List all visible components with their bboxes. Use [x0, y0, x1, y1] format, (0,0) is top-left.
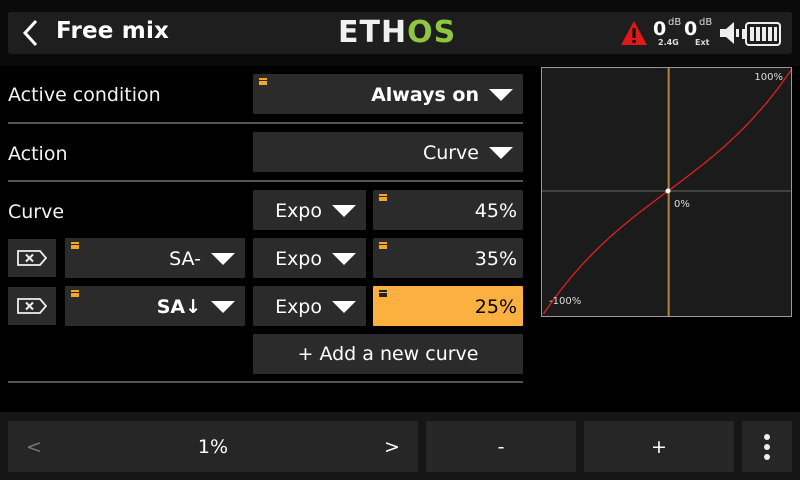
delete-curve-button[interactable] [8, 287, 56, 325]
edit-marker-icon [71, 290, 79, 297]
more-vertical-icon [764, 433, 770, 460]
plus-button[interactable]: + [584, 421, 734, 472]
more-menu-button[interactable] [742, 421, 792, 472]
edit-marker-icon [379, 290, 387, 297]
rssi-external: 0 dB Ext [684, 17, 713, 47]
chevron-down-icon [211, 301, 235, 313]
increment-arrow-button[interactable]: > [370, 421, 414, 472]
rssi-internal: 0 dB 2.4G [653, 17, 682, 47]
edit-marker-icon [379, 194, 387, 201]
step-value: 1% [197, 435, 229, 458]
switch-dropdown[interactable]: SA↓ [65, 286, 245, 326]
delete-curve-button[interactable] [8, 239, 56, 277]
speaker-icon [720, 22, 739, 44]
curve-graph: 100% 0% -100% [541, 67, 792, 317]
chevron-down-icon [332, 301, 356, 313]
switch-dropdown[interactable]: SA- [65, 238, 245, 278]
curve-type-dropdown[interactable]: Expo [253, 190, 366, 230]
chevron-down-icon [332, 253, 356, 265]
delete-tag-icon [17, 250, 47, 266]
add-new-curve-button[interactable]: + Add a new curve [253, 334, 523, 374]
curve-value-field[interactable]: 35% [373, 238, 523, 278]
chevron-down-icon [489, 89, 513, 101]
action-label: Action [8, 143, 68, 165]
chevron-down-icon [489, 147, 513, 159]
back-button[interactable] [10, 12, 50, 54]
curve-graph-canvas [542, 68, 791, 316]
ethos-logo: ETHOS [338, 15, 457, 50]
edit-marker-icon [379, 242, 387, 249]
page-title: Free mix [56, 18, 170, 44]
graph-max-label: 100% [754, 72, 783, 83]
chevron-down-icon [211, 253, 235, 265]
graph-center-point [665, 188, 671, 194]
delete-tag-icon [17, 298, 47, 314]
curve-type-dropdown[interactable]: Expo [253, 286, 366, 326]
status-area: 0 dB 2.4G 0 dB Ext [620, 17, 792, 50]
edit-marker-icon [71, 242, 79, 249]
decrement-arrow-button[interactable]: < [12, 421, 56, 472]
curve-label: Curve [8, 201, 65, 223]
active-condition-dropdown[interactable]: Always on [253, 74, 523, 114]
curve-type-dropdown[interactable]: Expo [253, 238, 366, 278]
battery-icon [742, 22, 781, 46]
action-dropdown[interactable]: Curve [253, 132, 523, 172]
minus-button[interactable]: - [426, 421, 576, 472]
divider [8, 180, 523, 182]
divider [8, 122, 523, 124]
edit-marker-icon [259, 78, 267, 85]
active-condition-label: Active condition [8, 84, 161, 106]
chevron-down-icon [332, 205, 356, 217]
header: Free mix ETHOS 0 dB 2.4G 0 dB Ext [0, 0, 800, 66]
curve-value-field[interactable]: 45% [373, 190, 523, 230]
warning-icon [621, 21, 647, 45]
curve-value-field-selected[interactable]: 25% [373, 286, 523, 326]
divider [8, 381, 523, 383]
chevron-left-icon [22, 19, 38, 47]
graph-center-label: 0% [674, 199, 690, 210]
graph-min-label: -100% [549, 296, 582, 307]
